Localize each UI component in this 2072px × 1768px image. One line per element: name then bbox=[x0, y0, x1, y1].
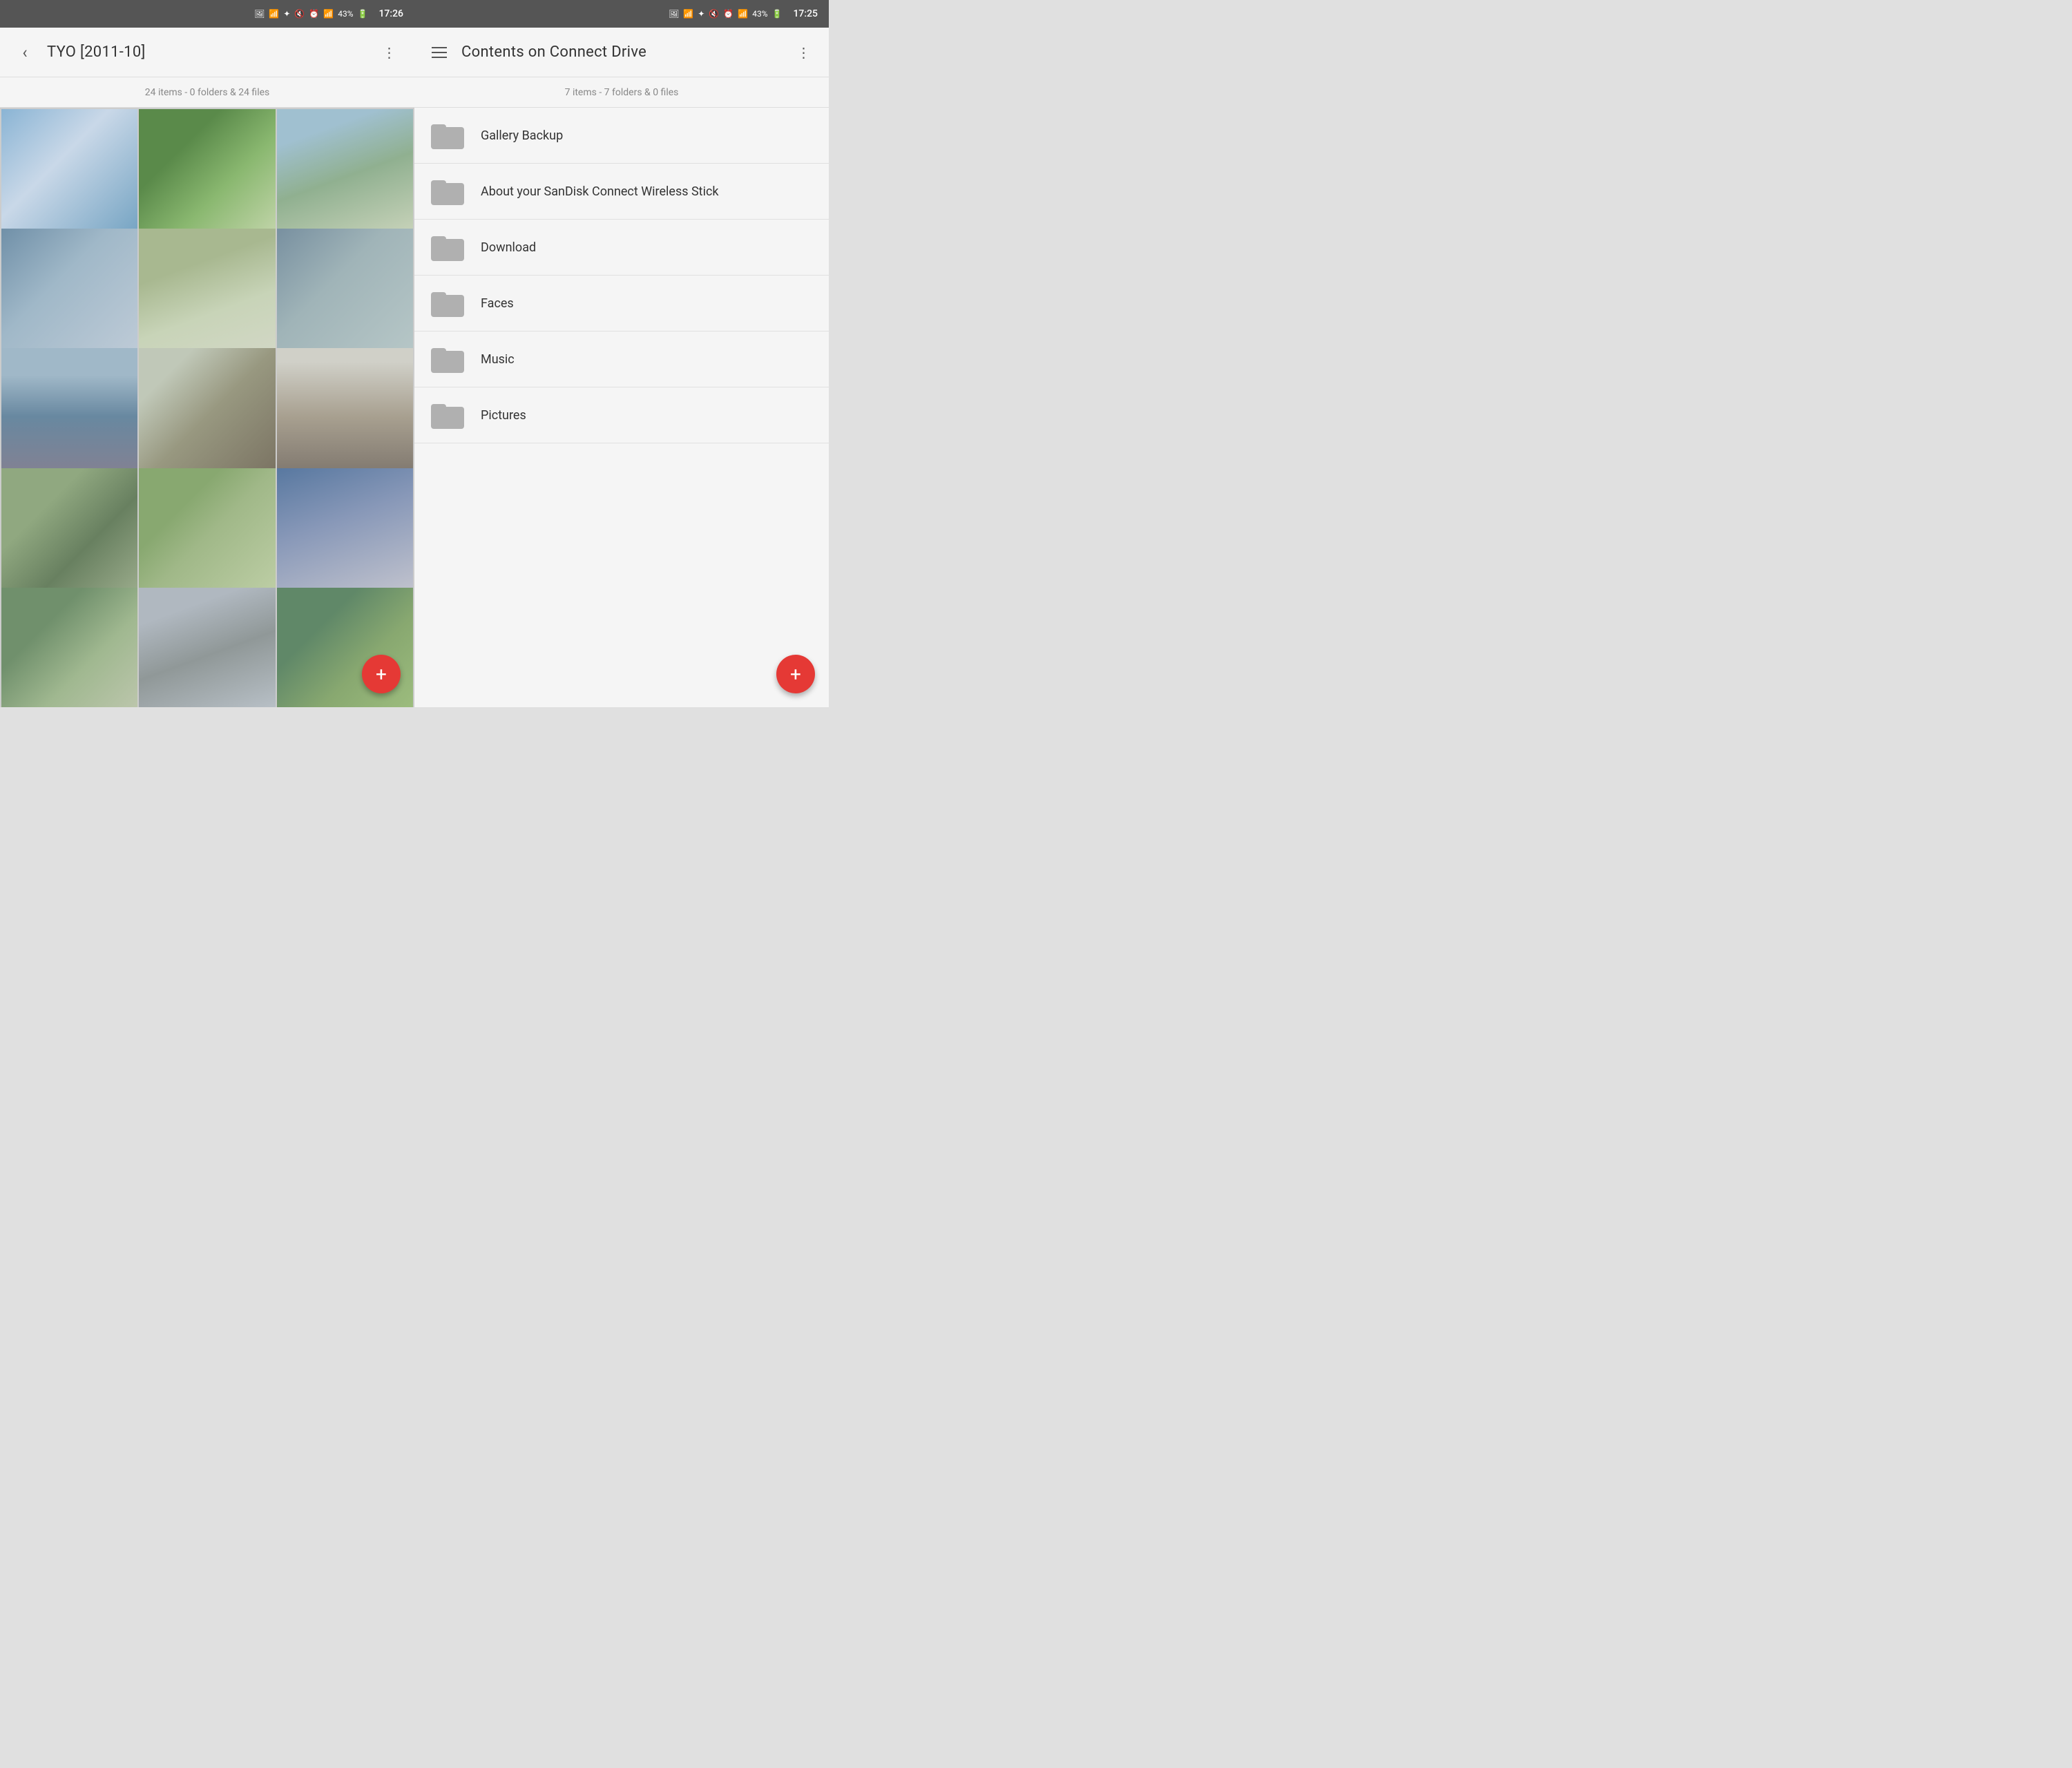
folder-item[interactable]: Faces bbox=[414, 276, 829, 332]
back-button[interactable]: ‹ bbox=[11, 39, 39, 66]
folder-icon bbox=[431, 345, 464, 373]
photo-cell[interactable]: PI100787 bbox=[277, 229, 413, 365]
folder-item[interactable]: Pictures bbox=[414, 387, 829, 443]
wifi-icon: 📶 bbox=[323, 9, 334, 19]
right-fab-button[interactable]: + bbox=[776, 655, 815, 693]
folder-name: Faces bbox=[481, 296, 514, 311]
battery-text-left: 43% bbox=[338, 9, 353, 19]
battery-icon-right: 🔋 bbox=[772, 9, 783, 19]
photo-cell[interactable]: PI100827 bbox=[139, 468, 275, 604]
right-panel: 🖼 📶 ✦ 🔇 ⏰ 📶 43% 🔋 17:25 Contents on Conn… bbox=[414, 0, 829, 707]
alarm-icon-right: ⏰ bbox=[723, 9, 733, 19]
folder-item[interactable]: Music bbox=[414, 332, 829, 387]
gallery-icon-right: 🖼 bbox=[669, 9, 679, 19]
left-header-title: TYO [2011-10] bbox=[47, 44, 367, 61]
folder-name: Download bbox=[481, 240, 536, 255]
left-subtitle: 24 items - 0 folders & 24 files bbox=[0, 77, 414, 108]
gallery-icon: 🖼 bbox=[254, 9, 265, 19]
right-time: 17:25 bbox=[793, 8, 818, 19]
left-time: 17:26 bbox=[378, 8, 403, 19]
left-status-bar: 🖼 📶 ✦ 🔇 ⏰ 📶 43% 🔋 17:26 bbox=[0, 0, 414, 28]
right-menu-button[interactable]: ⋮ bbox=[790, 39, 818, 66]
right-status-icons: 🖼 📶 ✦ 🔇 ⏰ 📶 43% 🔋 bbox=[669, 9, 782, 19]
photo-grid: PI100728PI100748PI100757 PI100763PI100775… bbox=[0, 108, 414, 707]
folder-icon bbox=[431, 401, 464, 429]
left-status-icons: 🖼 📶 ✦ 🔇 ⏰ 📶 43% 🔋 bbox=[254, 9, 367, 19]
left-app-header: ‹ TYO [2011-10] ⋮ bbox=[0, 28, 414, 77]
signal-icon: 📶 bbox=[269, 9, 279, 19]
battery-icon-left: 🔋 bbox=[358, 9, 368, 19]
wifi-icon-right: 📶 bbox=[738, 9, 748, 19]
photo-cell[interactable]: PI100851 bbox=[139, 588, 275, 707]
bluetooth-icon-right: ✦ bbox=[698, 9, 704, 19]
signal-icon-right: 📶 bbox=[683, 9, 693, 19]
right-status-bar: 🖼 📶 ✦ 🔇 ⏰ 📶 43% 🔋 17:25 bbox=[414, 0, 829, 28]
folder-icon bbox=[431, 122, 464, 149]
folder-item[interactable]: Gallery Backup bbox=[414, 108, 829, 164]
alarm-icon: ⏰ bbox=[309, 9, 319, 19]
folder-name: Gallery Backup bbox=[481, 128, 563, 143]
photo-cell[interactable]: PI100748 bbox=[139, 109, 275, 245]
photo-cell[interactable]: PI100757 bbox=[277, 109, 413, 245]
photo-cell[interactable]: PI100728 bbox=[1, 109, 137, 245]
folder-icon bbox=[431, 177, 464, 205]
photo-cell[interactable]: PI100842 bbox=[1, 588, 137, 707]
folder-icon bbox=[431, 233, 464, 261]
mute-icon-right: 🔇 bbox=[709, 9, 719, 19]
folder-name: Music bbox=[481, 352, 515, 367]
left-menu-button[interactable]: ⋮ bbox=[376, 39, 403, 66]
left-panel: 🖼 📶 ✦ 🔇 ⏰ 📶 43% 🔋 17:26 ‹ TYO [2011-10] … bbox=[0, 0, 414, 707]
photo-cell[interactable]: PI100818 bbox=[1, 468, 137, 604]
photo-cell[interactable]: PI100799 bbox=[139, 348, 275, 484]
right-header-title: Contents on Connect Drive bbox=[461, 44, 782, 61]
folder-name: Pictures bbox=[481, 408, 526, 423]
photo-cell[interactable]: PI100833 bbox=[277, 468, 413, 604]
left-fab-button[interactable]: + bbox=[362, 655, 401, 693]
photo-cell[interactable]: PI100775 bbox=[139, 229, 275, 365]
battery-text-right: 43% bbox=[752, 9, 767, 19]
photo-cell[interactable]: PI100763 bbox=[1, 229, 137, 365]
photo-cell[interactable]: PI100809 bbox=[277, 348, 413, 484]
mute-icon: 🔇 bbox=[294, 9, 305, 19]
hamburger-button[interactable] bbox=[425, 39, 453, 66]
folder-item[interactable]: Download bbox=[414, 220, 829, 276]
folder-item[interactable]: About your SanDisk Connect Wireless Stic… bbox=[414, 164, 829, 220]
photo-cell[interactable]: PI100793 bbox=[1, 348, 137, 484]
folder-name: About your SanDisk Connect Wireless Stic… bbox=[481, 184, 719, 199]
folder-list: Gallery Backup About your SanDisk Connect… bbox=[414, 108, 829, 707]
right-app-header: Contents on Connect Drive ⋮ bbox=[414, 28, 829, 77]
bluetooth-icon: ✦ bbox=[283, 9, 290, 19]
folder-icon bbox=[431, 289, 464, 317]
hamburger-icon bbox=[428, 43, 451, 62]
right-subtitle: 7 items - 7 folders & 0 files bbox=[414, 77, 829, 108]
